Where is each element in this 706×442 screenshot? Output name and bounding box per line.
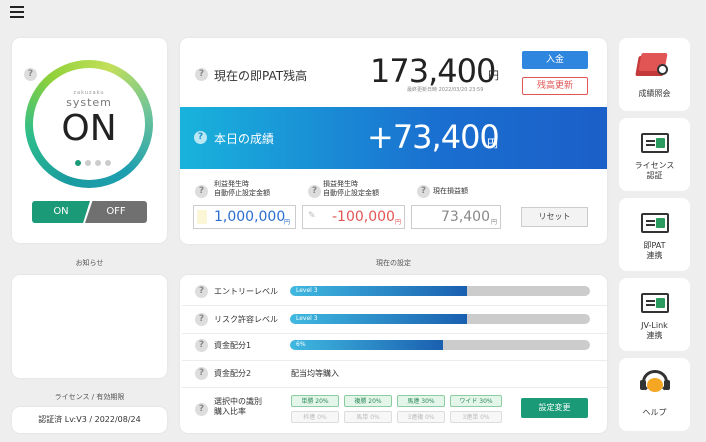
- allocation1-bar: 6%: [290, 340, 590, 350]
- sidebar-item-label: 認証: [646, 171, 663, 180]
- deposit-button[interactable]: 入金: [522, 51, 588, 69]
- purchase-ratio-label: 選択中の識別 購入比率: [214, 397, 262, 416]
- pencil-icon: ✎: [308, 211, 316, 221]
- current-pnl-field: 73,400 円: [411, 205, 501, 229]
- sidebar-item-label: ヘルプ: [642, 408, 667, 417]
- sidebar-item-label: 連携: [646, 331, 663, 340]
- sidebar-item-label: JV-Link: [641, 321, 668, 330]
- sidebar-item-help[interactable]: ヘルプ: [619, 358, 690, 431]
- help-icon[interactable]: ?: [195, 313, 208, 326]
- id-card-icon: [641, 133, 669, 153]
- notice-title: お知らせ: [75, 259, 104, 267]
- sidebar-item-sokupat[interactable]: 即PAT 連携: [619, 198, 690, 271]
- help-icon[interactable]: ?: [308, 185, 321, 198]
- allocation2-value: 配当均等購入: [291, 369, 339, 378]
- sidebar-item-label: ライセンス: [634, 161, 675, 170]
- allocation1-label: 資金配分1: [214, 341, 252, 350]
- entry-level-label: エントリーレベル: [214, 287, 278, 296]
- license-status: 認証済 Lv:V3 / 2022/08/24: [12, 407, 167, 433]
- book-search-icon: [635, 52, 671, 78]
- divider: [182, 387, 607, 388]
- id-card-icon: [641, 293, 669, 313]
- sidebar-item-results[interactable]: 成績照会: [619, 38, 690, 111]
- profit-stop-label: 利益発生時 自動停止設定金額: [214, 180, 270, 197]
- sidebar-item-label: 連携: [646, 251, 663, 260]
- hamburger-menu-icon[interactable]: [10, 6, 24, 18]
- change-settings-button[interactable]: 設定変更: [521, 398, 588, 418]
- profit-stop-field[interactable]: 1,000,000 円: [193, 205, 296, 229]
- sidebar-item-label: 成績照会: [638, 89, 671, 98]
- risk-level-bar: Level 3: [290, 314, 590, 324]
- divider: [182, 333, 607, 334]
- page-dots: [75, 160, 111, 166]
- ratio-chip-active: 馬連 30%: [397, 395, 445, 407]
- entry-level-bar: Level 3: [290, 286, 590, 296]
- loss-stop-field[interactable]: ✎ -100,000 円: [302, 205, 405, 229]
- risk-level-label: リスク許容レベル: [214, 315, 278, 324]
- power-gauge: zakuzaku system ON: [25, 60, 153, 188]
- power-state: ON: [61, 108, 117, 149]
- help-icon[interactable]: ?: [195, 185, 208, 198]
- divider: [182, 305, 607, 306]
- balance-value: 173,400: [370, 52, 496, 90]
- toggle-on-button[interactable]: ON: [32, 201, 90, 223]
- sidebar-item-license[interactable]: ライセンス 認証: [619, 118, 690, 191]
- today-label: 本日の成績: [214, 132, 275, 146]
- help-icon[interactable]: ?: [194, 131, 207, 144]
- id-card-icon: [641, 213, 669, 233]
- sidebar-item-jvlink[interactable]: JV-Link 連携: [619, 278, 690, 351]
- help-icon[interactable]: ?: [195, 68, 208, 81]
- loss-stop-label: 損益発生時 自動停止設定金額: [323, 180, 379, 197]
- help-icon[interactable]: ?: [195, 367, 208, 380]
- ratio-chip-inactive: 3連複 0%: [397, 411, 445, 423]
- ratio-chip-inactive: 3連単 0%: [450, 411, 502, 423]
- notice-panel: [12, 275, 167, 378]
- ratio-chip-active: ワイド 30%: [450, 395, 502, 407]
- ratio-chip-active: 単勝 20%: [291, 395, 339, 407]
- refresh-balance-button[interactable]: 残高更新: [522, 77, 588, 95]
- toggle-off-button[interactable]: OFF: [85, 201, 147, 223]
- ratio-chip-inactive: 枠連 0%: [291, 411, 339, 423]
- divider: [182, 360, 607, 361]
- current-pnl-label: 現在損益額: [433, 187, 468, 195]
- ratio-chip-inactive: 馬単 0%: [344, 411, 392, 423]
- license-title: ライセンス / 有効期限: [54, 393, 125, 401]
- settings-title: 現在の設定: [376, 259, 411, 267]
- help-icon[interactable]: ?: [195, 403, 208, 416]
- today-unit: 円: [487, 137, 498, 150]
- balance-updated: 最終更新日時 2022/03/20 23:59: [407, 87, 484, 93]
- today-value: +73,400: [367, 118, 500, 156]
- help-icon[interactable]: ?: [417, 185, 430, 198]
- reset-button[interactable]: リセット: [521, 207, 588, 227]
- sidebar-item-label: 即PAT: [643, 241, 666, 250]
- balance-unit: 円: [488, 69, 499, 82]
- ratio-chip-active: 複勝 20%: [344, 395, 392, 407]
- headset-help-icon: [640, 370, 670, 400]
- help-icon[interactable]: ?: [195, 285, 208, 298]
- allocation2-label: 資金配分2: [214, 369, 252, 378]
- help-icon[interactable]: ?: [195, 339, 208, 352]
- help-icon[interactable]: ?: [24, 68, 37, 81]
- balance-label: 現在の即PAT残高: [214, 69, 308, 83]
